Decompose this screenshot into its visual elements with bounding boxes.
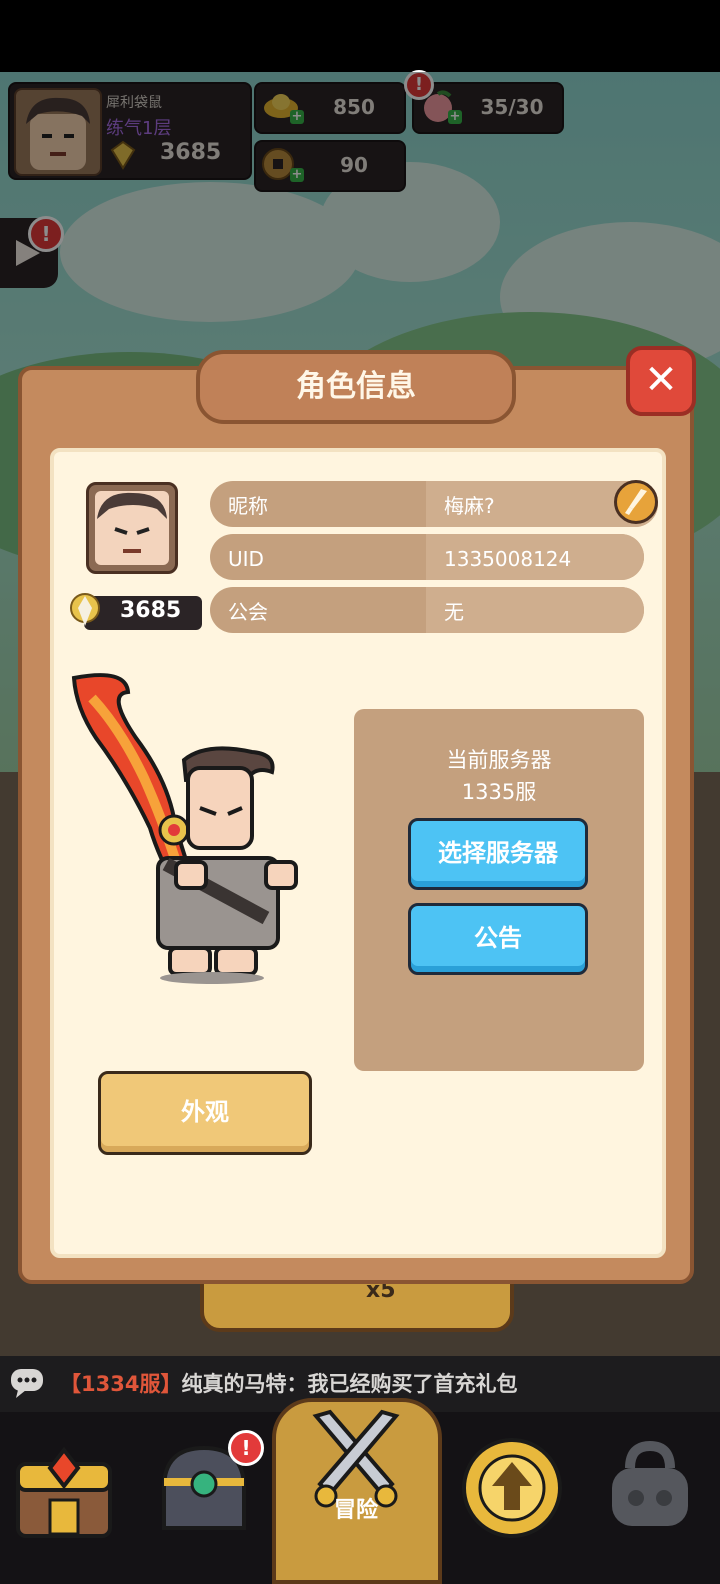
chat-message: 【1334服】纯真的马特：我已经购买了首充礼包	[60, 1356, 517, 1412]
uid-label: UID	[228, 547, 264, 571]
guild-value: 无	[426, 587, 644, 633]
info-row-guild: 公会 无	[210, 587, 644, 633]
announcement-button[interactable]: 公告	[408, 903, 588, 975]
close-icon: ✕	[644, 357, 678, 403]
brush-icon	[625, 489, 647, 515]
treasure-chest-icon	[16, 1446, 112, 1538]
locked-lock-icon	[612, 1440, 688, 1526]
chat-message-text: 纯真的马特：我已经购买了首充礼包	[181, 1372, 518, 1396]
nav-upgrade[interactable]	[452, 1428, 572, 1548]
edit-name-button[interactable]	[614, 480, 658, 524]
status-bar	[0, 0, 720, 72]
avatar-face-icon	[95, 491, 169, 565]
power-icon	[62, 586, 108, 632]
guild-label: 公会	[228, 600, 268, 624]
character-sprite	[66, 668, 306, 988]
chat-icon[interactable]	[10, 1368, 44, 1398]
select-server-button[interactable]: 选择服务器	[408, 818, 588, 890]
current-server-label: 当前服务器	[446, 748, 552, 772]
nav-bag[interactable]	[590, 1428, 710, 1548]
info-row-uid: UID 1335008124	[210, 534, 644, 580]
character-power-value: 3685	[120, 598, 182, 623]
appearance-button[interactable]: 外观	[98, 1071, 312, 1155]
info-row-nickname: 昵称 梅麻?	[210, 481, 658, 527]
current-server-value: 1335服	[461, 780, 537, 804]
nickname-label: 昵称	[228, 494, 268, 518]
chat-server-tag: 【1334服】	[60, 1372, 182, 1396]
upgrade-arrow-icon	[462, 1438, 562, 1538]
nav-adventure-label: 冒险	[333, 1498, 378, 1523]
equipment-alert-badge: !	[228, 1430, 264, 1466]
nav-shop[interactable]	[4, 1428, 124, 1548]
close-button[interactable]: ✕	[626, 346, 696, 416]
uid-value: 1335008124	[426, 534, 644, 580]
dialog-title: 角色信息	[296, 369, 416, 404]
character-avatar[interactable]	[86, 482, 178, 574]
